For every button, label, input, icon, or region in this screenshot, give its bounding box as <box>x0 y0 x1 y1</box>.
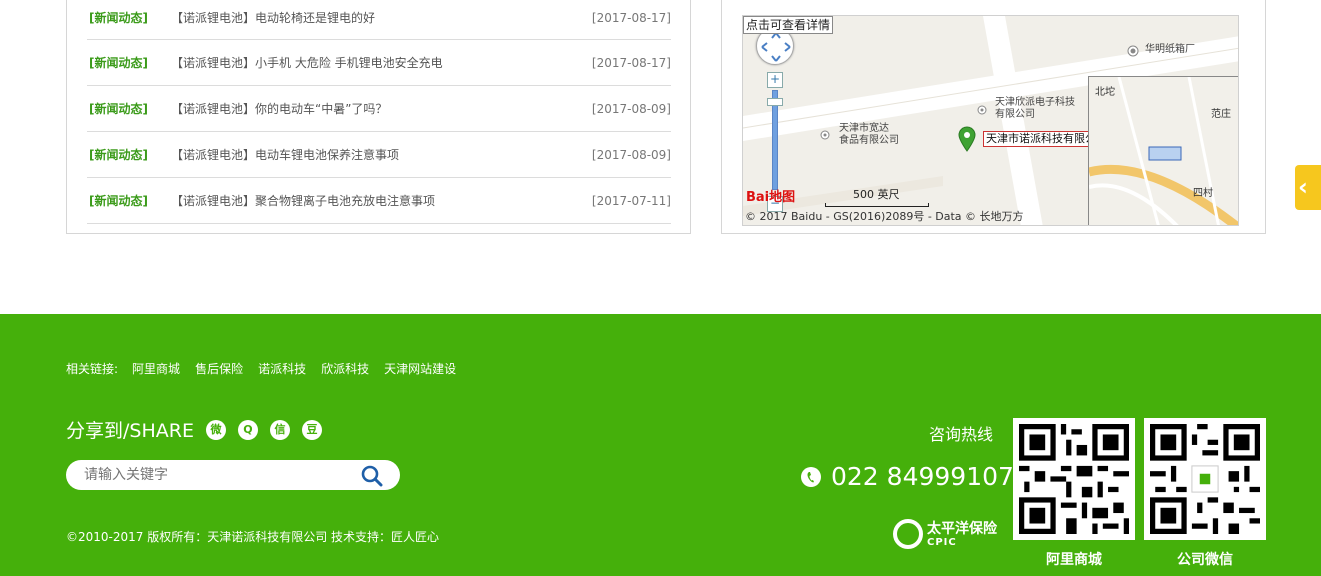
baidu-logo: Bai地图 <box>746 190 796 205</box>
footer: 相关链接: 阿里商城 售后保险 诺派科技 欣派科技 天津网站建设 分享到/SHA… <box>0 314 1321 576</box>
page: [新闻动态] 【诺派锂电池】电动轮椅还是锂电的好 [2017-08-17] [新… <box>0 0 1321 576</box>
footer-link[interactable]: 阿里商城 <box>132 360 180 377</box>
news-date: [2017-08-09] <box>591 148 671 162</box>
related-links: 相关链接: 阿里商城 售后保险 诺派科技 欣派科技 天津网站建设 <box>66 360 471 377</box>
qq-icon[interactable]: Q <box>237 419 258 440</box>
footer-link[interactable]: 天津网站建设 <box>384 360 456 377</box>
cpic-emblem-icon <box>893 519 923 549</box>
news-panel: [新闻动态] 【诺派锂电池】电动轮椅还是锂电的好 [2017-08-17] [新… <box>66 0 691 234</box>
qr-caption: 阿里商城 <box>1046 552 1102 568</box>
map-panel: 点击可查看详情 + − 华明纸箱厂 天津欣派电子科技 有限公司 天津市宽达 食品… <box>721 0 1266 234</box>
overview-roads <box>1089 77 1238 225</box>
news-category[interactable]: [新闻动态] <box>89 178 148 224</box>
news-date: [2017-08-17] <box>591 56 671 70</box>
footer-link[interactable]: 欣派科技 <box>321 360 369 377</box>
footer-link[interactable]: 诺派科技 <box>258 360 306 377</box>
news-title[interactable]: 【诺派锂电池】聚合物锂离子电池充放电注意事项 <box>171 178 435 224</box>
links-label: 相关链接: <box>66 362 119 376</box>
news-date: [2017-07-11] <box>591 194 671 208</box>
map-scale-bar <box>825 203 929 207</box>
overview-label: 四村 <box>1193 188 1213 199</box>
phone-number[interactable]: 022 84999107 <box>831 462 1014 491</box>
insurance-name: 太平洋保险 <box>927 520 997 537</box>
news-item[interactable]: [新闻动态] 【诺派锂电池】电动轮椅还是锂电的好 [2017-08-17] <box>87 0 671 40</box>
zoom-in-button[interactable]: + <box>767 72 783 88</box>
chevron-left-icon: ‹ <box>1298 173 1308 201</box>
phone-icon <box>801 466 821 487</box>
news-category[interactable]: [新闻动态] <box>89 86 148 132</box>
location-marker-icon[interactable] <box>957 126 977 152</box>
zoom-handle[interactable] <box>767 98 783 106</box>
map-poi-label: 华明纸箱厂 <box>1145 44 1195 55</box>
news-title[interactable]: 【诺派锂电池】电动车锂电池保养注意事项 <box>171 132 399 178</box>
poi-icon <box>820 130 830 140</box>
poi-icon <box>977 105 987 115</box>
map-overview[interactable]: 北坨 范庄 四村 <box>1088 76 1238 225</box>
news-item[interactable]: [新闻动态] 【诺派锂电池】你的电动车“中暑”了吗？ [2017-08-09] <box>87 86 671 132</box>
footer-copyright: ©2010-2017 版权所有：天津诺派科技有限公司 技术支持：匠人匠心 <box>66 530 440 544</box>
news-item[interactable]: [新闻动态] 【诺派锂电池】聚合物锂离子电池充放电注意事项 [2017-07-1… <box>87 178 671 224</box>
map-poi-label: 食品有限公司 <box>839 135 899 146</box>
side-toggle-tab[interactable]: ‹ <box>1295 165 1321 210</box>
news-date: [2017-08-09] <box>591 102 671 116</box>
map-poi-label: 有限公司 <box>995 109 1035 120</box>
qr-caption: 公司微信 <box>1177 552 1233 568</box>
share-label: 分享到/SHARE <box>66 420 194 442</box>
map-poi-label: 天津市宽达 <box>839 123 889 134</box>
news-category[interactable]: [新闻动态] <box>89 132 148 178</box>
news-date: [2017-08-17] <box>591 11 671 25</box>
hotline-label: 咨询热线 <box>929 425 994 444</box>
qr-code-icon <box>1019 424 1129 534</box>
overview-label: 北坨 <box>1095 87 1115 98</box>
news-list: [新闻动态] 【诺派锂电池】电动轮椅还是锂电的好 [2017-08-17] [新… <box>87 0 671 224</box>
news-category[interactable]: [新闻动态] <box>89 40 148 86</box>
map-copyright: © 2017 Baidu - GS(2016)2089号 - Data © 长地… <box>745 210 1024 223</box>
wechat-icon[interactable]: 信 <box>269 419 290 440</box>
cpic-logo: 太平洋保险 CPIC <box>893 519 997 549</box>
qr-code-wechat <box>1144 418 1266 540</box>
map-poi-label: 天津欣派电子科技 <box>995 97 1075 108</box>
weibo-icon[interactable]: 微 <box>205 419 226 440</box>
share-bar: 分享到/SHARE 微 Q 信 豆 <box>66 416 334 443</box>
news-item[interactable]: [新闻动态] 【诺派锂电池】小手机 大危险 手机锂电池安全充电 [2017-08… <box>87 40 671 86</box>
phone-row: 022 84999107 <box>801 462 1014 491</box>
footer-link[interactable]: 售后保险 <box>195 360 243 377</box>
search-input[interactable] <box>84 465 354 485</box>
map-hint[interactable]: 点击可查看详情 <box>743 16 834 34</box>
qr-code-icon <box>1150 424 1260 534</box>
news-title[interactable]: 【诺派锂电池】电动轮椅还是锂电的好 <box>171 0 375 38</box>
news-title[interactable]: 【诺派锂电池】小手机 大危险 手机锂电池安全充电 <box>171 40 443 86</box>
insurance-sub: CPIC <box>927 536 957 548</box>
news-title[interactable]: 【诺派锂电池】你的电动车“中暑”了吗？ <box>171 86 387 132</box>
qr-code-ali <box>1013 418 1135 540</box>
news-category[interactable]: [新闻动态] <box>89 0 148 38</box>
overview-label: 范庄 <box>1211 109 1231 120</box>
map-scale-label: 500 英尺 <box>853 188 900 201</box>
search-icon[interactable] <box>360 464 384 488</box>
douban-icon[interactable]: 豆 <box>301 419 322 440</box>
search-box <box>66 460 400 490</box>
news-item[interactable]: [新闻动态] 【诺派锂电池】电动车锂电池保养注意事项 [2017-08-09] <box>87 132 671 178</box>
poi-icon <box>1127 45 1139 57</box>
baidu-map[interactable]: 点击可查看详情 + − 华明纸箱厂 天津欣派电子科技 有限公司 天津市宽达 食品… <box>742 15 1239 226</box>
